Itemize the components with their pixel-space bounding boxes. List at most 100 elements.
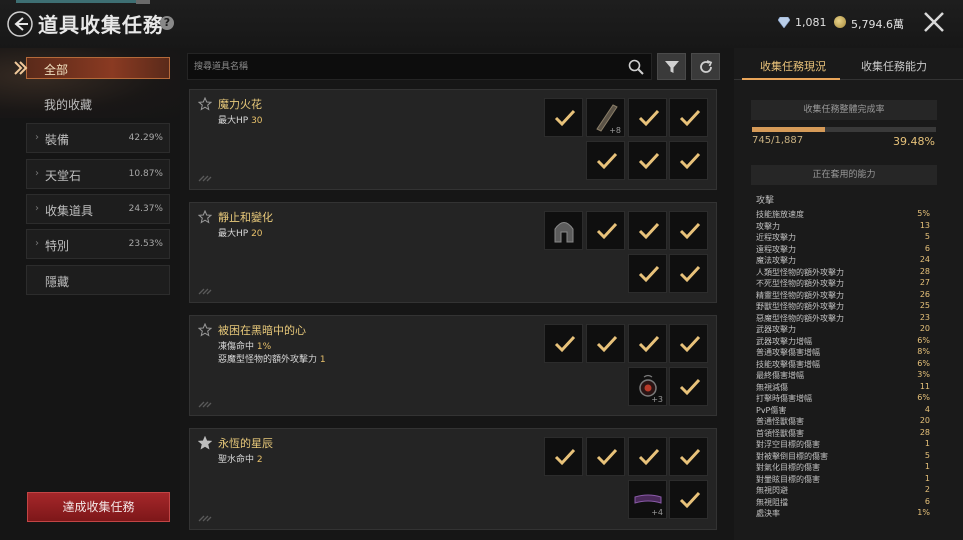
item-slot[interactable] <box>669 324 708 363</box>
ability-stat-value: 6% <box>917 335 930 345</box>
ability-stat-row: 惡魔型怪物的額外攻擊力 23 <box>756 313 930 324</box>
ability-stat-label: 技能施放速度 <box>756 210 804 219</box>
item-slot[interactable]: +4 <box>628 480 667 519</box>
category-percent: 42.29% <box>128 133 163 143</box>
category-special[interactable]: › 特別 23.53% <box>26 229 170 259</box>
item-slot[interactable]: +8 <box>586 98 625 137</box>
ability-stat-row: 處決率 1% <box>756 508 930 519</box>
diamond-icon <box>778 17 790 28</box>
ability-stat-value: 6% <box>917 393 930 402</box>
check-icon <box>679 265 701 283</box>
ability-stat-label: 精靈型怪物的額外攻擊力 <box>756 290 844 300</box>
item-slot[interactable] <box>544 437 583 476</box>
collection-card[interactable]: 魔力火花 最大HP 30 +8 <box>189 89 717 190</box>
star-outline-icon[interactable] <box>198 323 212 337</box>
item-slot[interactable] <box>586 324 625 363</box>
card-stat: 最大HP 30 <box>218 116 263 126</box>
active-abilities-header: 正在套用的能力 <box>751 165 937 185</box>
check-icon <box>679 378 701 396</box>
item-slot[interactable] <box>586 437 625 476</box>
category-collection-items[interactable]: › 收集道具 24.37% <box>26 194 170 224</box>
search-icon[interactable] <box>628 59 644 75</box>
item-slot[interactable] <box>628 254 667 293</box>
star-outline-icon[interactable] <box>198 210 212 224</box>
gold-coin-icon <box>834 16 846 28</box>
item-slot[interactable] <box>586 211 625 250</box>
item-slot[interactable]: +3 <box>628 367 667 406</box>
ability-stat-row: PvP傷害 4 <box>756 405 930 416</box>
item-slot[interactable] <box>669 367 708 406</box>
chevron-right-icon: › <box>35 132 39 143</box>
ability-stat-value: 27 <box>919 278 930 287</box>
check-icon <box>596 335 618 353</box>
star-filled-icon[interactable] <box>198 436 212 450</box>
back-arrow-icon[interactable] <box>6 10 34 38</box>
collection-card[interactable]: 靜止和變化 最大HP 20 <box>189 202 717 303</box>
item-slot[interactable] <box>669 480 708 519</box>
ability-stat-row: 遠程攻擊力 6 <box>756 244 930 255</box>
item-slot[interactable] <box>669 437 708 476</box>
double-chevron-right-icon <box>14 61 28 75</box>
close-icon[interactable] <box>922 10 946 34</box>
check-icon <box>679 152 701 170</box>
ability-stat-row: 武器攻擊力增幅 6% <box>756 336 930 347</box>
ability-stat-row: 近程攻擊力 5 <box>756 232 930 243</box>
complete-collection-button[interactable]: 達成收集任務 <box>27 492 170 522</box>
category-heaven-stone[interactable]: › 天堂石 10.87% <box>26 159 170 189</box>
ability-stat-value: 8% <box>917 347 930 356</box>
item-slot[interactable] <box>544 324 583 363</box>
category-percent: 10.87% <box>128 169 163 179</box>
top-bar-segment <box>136 0 150 4</box>
item-slot[interactable] <box>669 141 708 180</box>
item-slot[interactable] <box>628 98 667 137</box>
help-icon[interactable]: ? <box>160 16 174 30</box>
collection-card[interactable]: 被困在黑暗中的心 凍傷命中 1% 惡魔型怪物的額外攻擊力 1 +3 <box>189 315 717 416</box>
collection-card[interactable]: 永恆的星辰 聖水命中 2 +4 <box>189 428 717 530</box>
ability-stat-value: 5% <box>917 209 930 218</box>
link-icon <box>198 515 212 522</box>
search-input[interactable] <box>194 59 614 75</box>
ability-stat-value: 20 <box>919 416 930 425</box>
ability-stat-label: 處決率 <box>756 509 780 518</box>
item-slot[interactable] <box>669 211 708 250</box>
ability-stat-label: 首領怪獸傷害 <box>756 428 804 438</box>
ability-stat-label: 對被擊倒目標的傷害 <box>756 451 828 461</box>
overall-completion-header: 收集任務整體完成率 <box>751 100 937 120</box>
ability-stat-row: 對浮空目標的傷害 1 <box>756 439 930 450</box>
ability-stat-label: PvP傷害 <box>756 405 787 415</box>
item-slot[interactable] <box>586 141 625 180</box>
link-icon <box>198 288 212 295</box>
item-slot[interactable] <box>544 211 583 250</box>
ability-stat-label: 普通攻擊傷害增幅 <box>756 348 820 357</box>
card-title: 被困在黑暗中的心 <box>218 324 306 337</box>
ability-stat-row: 精靈型怪物的額外攻擊力 26 <box>756 290 930 301</box>
ability-stat-row: 最終傷害增幅 3% <box>756 370 930 381</box>
ability-stat-label: 魔法攻擊力 <box>756 256 796 265</box>
item-slot[interactable] <box>628 324 667 363</box>
category-favorites[interactable]: 我的收藏 <box>26 89 170 119</box>
item-slot[interactable] <box>669 254 708 293</box>
item-slot[interactable] <box>628 211 667 250</box>
category-hidden[interactable]: 隱藏 <box>26 265 170 295</box>
tab-collection-abilities[interactable]: 收集任務能力 <box>861 58 927 74</box>
category-hidden-label: 隱藏 <box>45 275 70 289</box>
card-title: 魔力火花 <box>218 98 262 111</box>
chevron-right-icon: › <box>35 203 39 214</box>
ability-stat-label: 不死型怪物的額外攻擊力 <box>756 279 844 288</box>
tab-collection-status[interactable]: 收集任務現況 <box>760 58 826 74</box>
ability-stat-label: 人類型怪物的額外攻擊力 <box>756 267 844 277</box>
ability-stat-row: 人類型怪物的額外攻擊力 28 <box>756 267 930 278</box>
category-equipment[interactable]: › 裝備 42.29% <box>26 123 170 153</box>
refresh-button[interactable] <box>691 53 720 80</box>
ability-stat-label: 對氣化目標的傷害 <box>756 463 820 472</box>
filter-button[interactable] <box>657 53 686 80</box>
chevron-right-icon: › <box>35 238 39 249</box>
item-slot[interactable] <box>669 98 708 137</box>
active-tab-underline <box>742 78 840 80</box>
star-outline-icon[interactable] <box>198 97 212 111</box>
item-slot[interactable] <box>544 98 583 137</box>
ability-stat-label: 野獸型怪物的額外攻擊力 <box>756 302 844 311</box>
item-slot[interactable] <box>628 141 667 180</box>
ability-stat-row: 武器攻擊力 20 <box>756 324 930 335</box>
item-slot[interactable] <box>628 437 667 476</box>
